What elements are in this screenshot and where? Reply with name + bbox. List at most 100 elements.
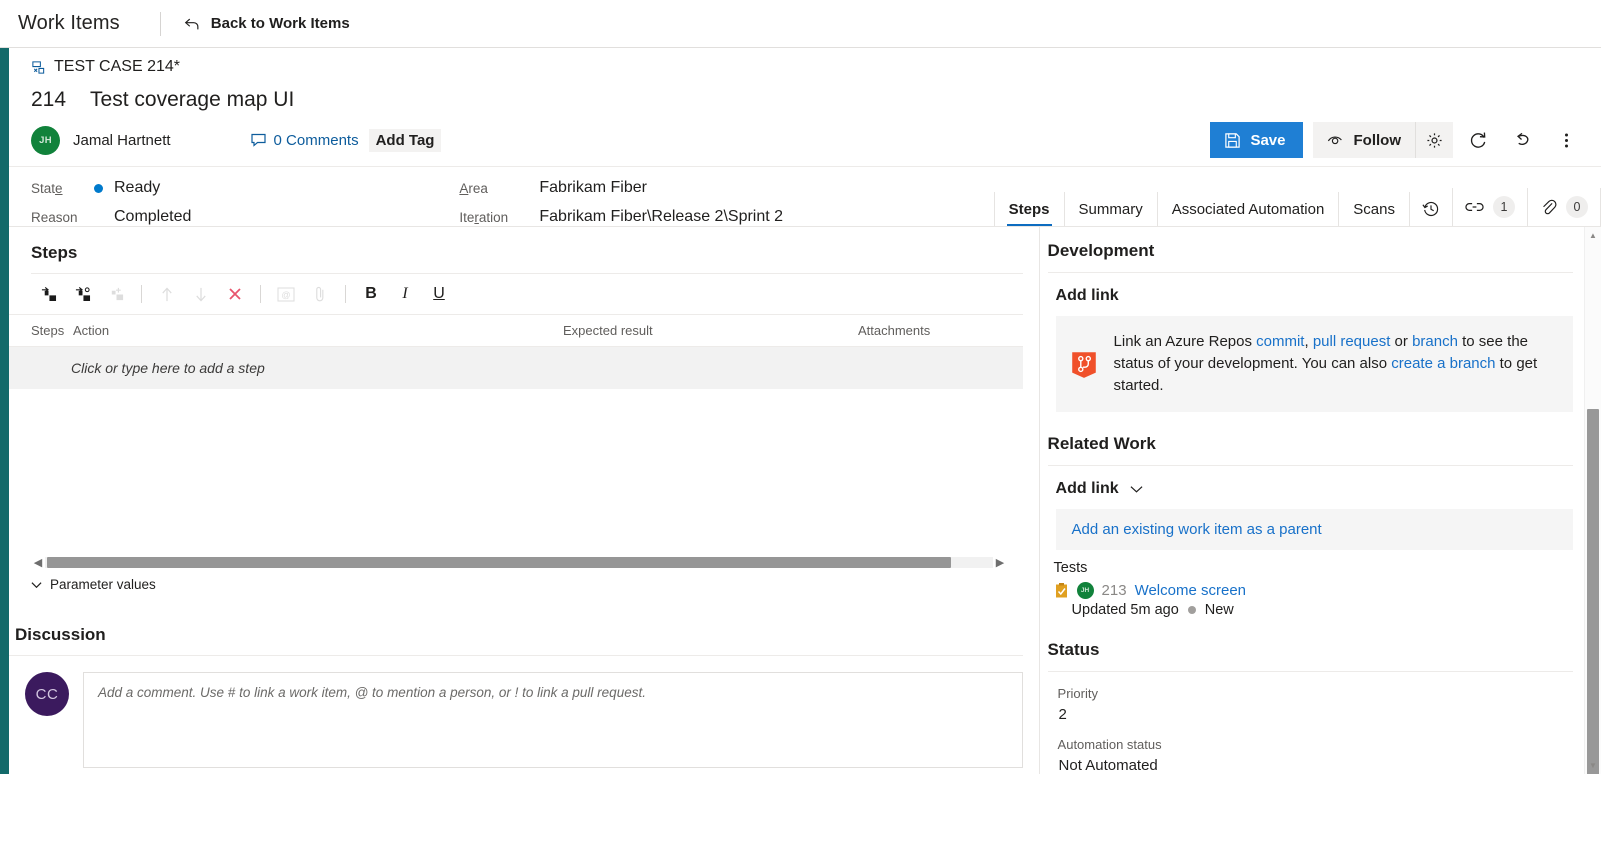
- discussion-body: CC Add a comment. Use # to link a work i…: [9, 656, 1039, 768]
- comment-input[interactable]: Add a comment. Use # to link a work item…: [83, 672, 1023, 768]
- parameter-values-toggle[interactable]: Parameter values: [31, 577, 156, 592]
- attach-button[interactable]: [303, 280, 337, 308]
- area-field[interactable]: Area Fabrikam Fiber: [459, 179, 783, 197]
- work-item-settings-button[interactable]: [1415, 122, 1453, 158]
- reason-field[interactable]: Reason Completed: [31, 208, 191, 226]
- tab-summary[interactable]: Summary: [1063, 192, 1157, 226]
- steps-pane: Steps @ B I U Steps Action Expected resu…: [9, 227, 1039, 775]
- development-heading: Development: [1047, 241, 1155, 260]
- development-empty-state: Link an Azure Repos commit, pull request…: [1055, 316, 1573, 413]
- priority-value[interactable]: 2: [1048, 701, 1573, 723]
- column-header-action: Action: [73, 323, 110, 338]
- svg-text:@: @: [281, 290, 290, 300]
- delete-step-button[interactable]: [218, 280, 252, 308]
- insert-shared-step-button[interactable]: [65, 280, 99, 308]
- related-item-id: 213: [1101, 582, 1127, 600]
- steps-heading: Steps: [31, 243, 78, 262]
- refresh-button[interactable]: [1459, 122, 1497, 158]
- development-add-link[interactable]: Add link: [1048, 273, 1573, 305]
- add-parent-prompt[interactable]: Add an existing work item as a parent: [1055, 509, 1573, 551]
- details-pane: Development Add link Link an Azure Repos…: [1039, 227, 1601, 775]
- test-case-clipboard-icon: [1055, 583, 1067, 598]
- tab-steps[interactable]: Steps: [993, 192, 1064, 226]
- steps-section-header: Steps: [9, 227, 1039, 273]
- pull-request-link[interactable]: pull request: [1313, 333, 1391, 350]
- create-branch-link[interactable]: create a branch: [1391, 355, 1495, 372]
- scrollbar-track[interactable]: [45, 556, 993, 568]
- follow-button[interactable]: Follow: [1313, 122, 1416, 158]
- link-icon: [1465, 203, 1484, 211]
- tab-links[interactable]: 1: [1452, 188, 1527, 226]
- save-disk-icon: [1225, 132, 1241, 148]
- back-arrow-icon: [184, 18, 199, 29]
- delete-step-icon: [229, 288, 241, 300]
- steps-empty-row[interactable]: Click or type here to add a step: [9, 347, 1023, 389]
- breadcrumb[interactable]: TEST CASE 214*: [31, 56, 1601, 78]
- comments-link[interactable]: 0 Comments: [250, 132, 359, 149]
- move-down-button[interactable]: [184, 280, 218, 308]
- paperclip-icon: [1543, 199, 1557, 215]
- related-work-group-label: Tests: [1053, 560, 1088, 577]
- work-item-meta-row: JH Jamal Hartnett 0 Comments Add Tag Sav…: [31, 122, 1601, 158]
- scroll-right-icon[interactable]: ▶: [993, 556, 1007, 569]
- tab-history[interactable]: [1409, 192, 1452, 226]
- dev-text-3: or: [1390, 333, 1413, 350]
- work-item-title[interactable]: Test coverage map UI: [90, 88, 294, 112]
- move-down-icon: [196, 287, 206, 302]
- area-value: Fabrikam Fiber: [539, 179, 647, 196]
- branch-link[interactable]: branch: [1412, 333, 1458, 350]
- bold-button[interactable]: B: [354, 280, 388, 308]
- related-work-add-link[interactable]: Add link: [1048, 466, 1573, 498]
- state-label: State: [31, 180, 63, 196]
- underline-button[interactable]: U: [422, 280, 456, 308]
- related-work-heading: Related Work: [1047, 434, 1156, 454]
- add-tag-button[interactable]: Add Tag: [368, 128, 442, 152]
- page-vertical-scrollbar[interactable]: ▲ ▼: [1584, 227, 1601, 775]
- attachments-count-badge: 0: [1566, 196, 1588, 218]
- insert-step-button[interactable]: [31, 280, 65, 308]
- scrollbar-thumb[interactable]: [47, 556, 951, 568]
- related-item-title[interactable]: Welcome screen: [1135, 582, 1246, 599]
- scrollbar-thumb[interactable]: [1587, 409, 1599, 775]
- steps-horizontal-scrollbar[interactable]: ◀ ▶: [31, 553, 1007, 571]
- related-work-add-link-label: Add link: [1055, 480, 1119, 498]
- chevron-down-icon: [31, 581, 42, 588]
- mention-button[interactable]: @: [269, 280, 303, 308]
- iteration-value: Fabrikam Fiber\Release 2\Sprint 2: [539, 208, 784, 225]
- more-actions-button[interactable]: [1547, 122, 1585, 158]
- toolbar-separator-3: [345, 285, 346, 303]
- assignee[interactable]: JH Jamal Hartnett: [31, 125, 171, 155]
- commit-link[interactable]: commit: [1256, 333, 1304, 350]
- state-dot: [94, 183, 103, 193]
- move-up-button[interactable]: [150, 280, 184, 308]
- save-button-label: Save: [1250, 131, 1286, 149]
- area-label: Area: [459, 180, 488, 196]
- scroll-up-icon[interactable]: ▲: [1585, 227, 1601, 244]
- scroll-left-icon[interactable]: ◀: [31, 556, 45, 569]
- back-to-work-items-link[interactable]: Back to Work Items: [183, 15, 350, 33]
- details-pane-inner: Development Add link Link an Azure Repos…: [1040, 227, 1601, 774]
- italic-button[interactable]: I: [388, 280, 422, 308]
- work-item-id: 214: [31, 88, 67, 111]
- work-item-header: TEST CASE 214* 214 Test coverage map UI …: [9, 48, 1601, 158]
- scroll-down-icon[interactable]: ▼: [1585, 757, 1601, 774]
- toolbar-separator: [141, 285, 142, 303]
- add-step-button[interactable]: [99, 280, 133, 308]
- tab-attachments[interactable]: 0: [1527, 188, 1601, 226]
- bold-icon: B: [365, 285, 377, 302]
- state-field[interactable]: State Ready: [31, 179, 191, 197]
- undo-button[interactable]: [1503, 122, 1541, 158]
- list-item[interactable]: JH 213 Welcome screen: [1048, 576, 1573, 600]
- iteration-field[interactable]: Iteration Fabrikam Fiber\Release 2\Sprin…: [459, 208, 783, 226]
- tab-associated-automation[interactable]: Associated Automation: [1156, 192, 1339, 226]
- related-item-meta: Updated 5m ago New: [1048, 599, 1573, 618]
- italic-icon: I: [402, 285, 408, 302]
- column-header-attachments: Attachments: [858, 323, 931, 338]
- priority-label: Priority: [1057, 686, 1098, 702]
- save-button[interactable]: Save: [1210, 122, 1303, 158]
- automation-status-value[interactable]: Not Automated: [1048, 752, 1573, 774]
- toolbar-separator-2: [260, 285, 261, 303]
- tab-scans[interactable]: Scans: [1338, 192, 1409, 226]
- dev-text-1: Link an Azure Repos: [1113, 333, 1257, 350]
- comment-bubble-icon: [250, 133, 266, 147]
